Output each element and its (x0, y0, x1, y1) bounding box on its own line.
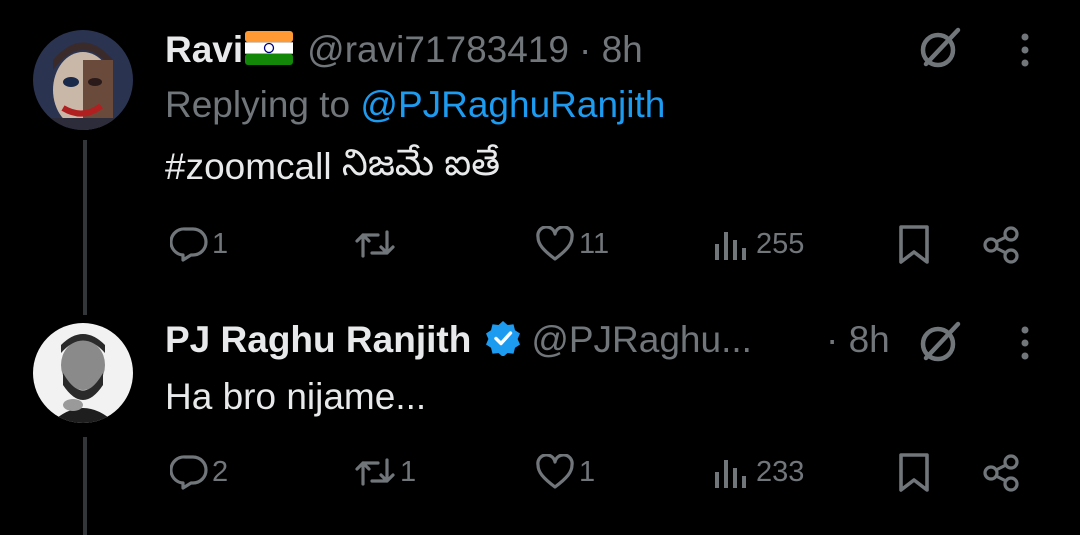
bookmark-button[interactable] (896, 224, 932, 266)
share-button[interactable] (982, 453, 1022, 493)
reply-button[interactable]: 2 (170, 454, 228, 490)
avatar[interactable] (33, 30, 133, 130)
verified-badge-icon (485, 320, 521, 361)
reply-icon (170, 227, 208, 262)
retweet-icon (355, 230, 395, 258)
views-icon (715, 460, 746, 488)
bookmark-icon (899, 225, 929, 264)
reply-button[interactable]: 1 (170, 226, 228, 262)
retweet-icon (355, 458, 395, 486)
tweet-text: Ha bro nijame... (165, 376, 427, 417)
replying-to-label: Replying to (165, 84, 361, 125)
more-options-icon[interactable] (1019, 32, 1031, 68)
share-icon (983, 226, 1019, 264)
views-count: 233 (756, 455, 805, 488)
thread-line (83, 437, 87, 535)
thread-line (83, 140, 87, 315)
india-flag-icon (245, 30, 294, 70)
timestamp[interactable]: · 8h (826, 318, 890, 362)
heart-icon (536, 226, 574, 261)
share-icon (983, 454, 1019, 492)
bookmark-button[interactable] (896, 452, 932, 494)
timestamp[interactable]: · 8h (579, 29, 643, 71)
views-count: 255 (756, 227, 805, 260)
heart-icon (536, 454, 574, 489)
views-button[interactable]: 255 (712, 226, 804, 262)
bookmark-icon (899, 453, 929, 492)
avatar-image (33, 323, 133, 423)
reply-count: 2 (212, 455, 229, 488)
views-icon (715, 232, 746, 260)
display-name[interactable]: PJ Raghu Ranjith (165, 319, 471, 361)
like-button[interactable]: 11 (535, 226, 609, 262)
reply-count: 1 (212, 227, 229, 260)
like-button[interactable]: 1 (535, 454, 595, 490)
reply-icon (170, 455, 208, 490)
like-count: 11 (579, 227, 610, 260)
display-name[interactable]: Ravi (165, 29, 243, 71)
tweet-text: నిజమే ఐతే (331, 141, 500, 183)
share-button[interactable] (982, 225, 1022, 265)
grok-icon[interactable] (916, 24, 964, 72)
like-count: 1 (579, 455, 596, 488)
views-button[interactable]: 233 (712, 454, 804, 490)
avatar-image (33, 30, 133, 130)
retweet-button[interactable]: 1 (354, 454, 416, 490)
grok-icon[interactable] (916, 318, 964, 366)
hashtag-link[interactable]: #zoomcall (165, 146, 332, 188)
retweet-count: 1 (400, 455, 417, 488)
more-options-icon[interactable] (1019, 325, 1031, 361)
handle[interactable]: @PJRaghu... (531, 319, 752, 361)
handle[interactable]: @ravi71783419 (307, 29, 569, 71)
replying-to-link[interactable]: @PJRaghuRanjith (360, 84, 665, 126)
avatar[interactable] (33, 323, 133, 423)
retweet-button[interactable] (354, 226, 400, 262)
